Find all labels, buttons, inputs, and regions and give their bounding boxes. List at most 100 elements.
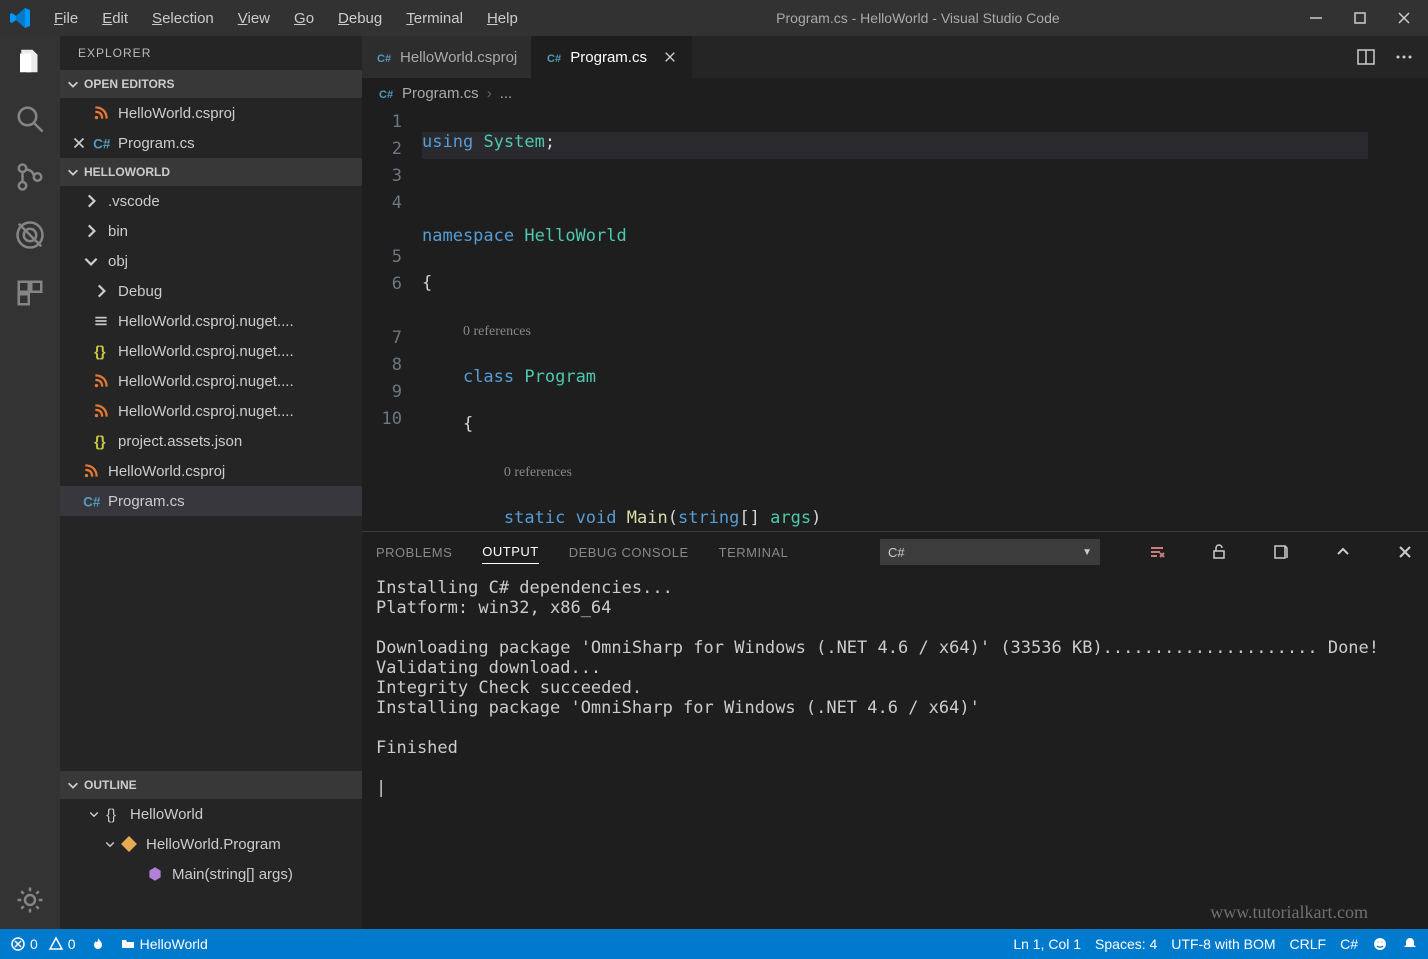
tree-item-label: Debug bbox=[118, 283, 162, 300]
editor-tab[interactable]: C# HelloWorld.csproj bbox=[362, 36, 532, 78]
tree-item[interactable]: bin bbox=[60, 216, 362, 246]
output-content[interactable]: Installing C# dependencies... Platform: … bbox=[362, 572, 1428, 929]
open-editors-header[interactable]: OPEN EDITORS bbox=[60, 70, 362, 98]
tree-item[interactable]: C#Program.cs bbox=[60, 486, 362, 516]
status-indentation[interactable]: Spaces: 4 bbox=[1095, 936, 1157, 952]
close-icon[interactable] bbox=[70, 134, 88, 152]
outline-item[interactable]: Main(string[] args) bbox=[60, 859, 362, 889]
code-editor[interactable]: 12345678910 using System; namespace Hell… bbox=[362, 108, 1428, 531]
open-editor-item[interactable]: C# Program.cs bbox=[60, 128, 362, 158]
status-cursor-position[interactable]: Ln 1, Col 1 bbox=[1013, 936, 1081, 952]
status-warning-count: 0 bbox=[68, 936, 76, 952]
close-tab-icon[interactable] bbox=[663, 50, 677, 64]
tree-item[interactable]: {}HelloWorld.csproj.nuget.... bbox=[60, 336, 362, 366]
outline-item[interactable]: HelloWorld.Program bbox=[60, 829, 362, 859]
tree-item-label: HelloWorld.csproj.nuget.... bbox=[118, 403, 294, 420]
open-editor-label: HelloWorld.csproj bbox=[118, 105, 235, 122]
open-editor-label: Program.cs bbox=[118, 135, 195, 152]
project-header[interactable]: HELLOWORLD bbox=[60, 158, 362, 186]
split-editor-icon[interactable] bbox=[1356, 47, 1376, 67]
panel-tab-problems[interactable]: PROBLEMS bbox=[376, 541, 452, 564]
chevron-down-icon bbox=[66, 165, 80, 179]
debug-icon[interactable] bbox=[15, 220, 45, 250]
tree-item[interactable]: HelloWorld.csproj.nuget.... bbox=[60, 396, 362, 426]
status-language[interactable]: C# bbox=[1340, 936, 1358, 952]
menu-help[interactable]: Help bbox=[477, 6, 528, 31]
tree-item-label: bin bbox=[108, 223, 128, 240]
close-panel-icon[interactable] bbox=[1396, 543, 1414, 561]
status-notifications[interactable] bbox=[1402, 936, 1418, 952]
menu-edit[interactable]: Edit bbox=[92, 6, 138, 31]
extensions-icon[interactable] bbox=[15, 278, 45, 308]
tree-item-label: HelloWorld.csproj bbox=[108, 463, 225, 480]
tree-item[interactable]: HelloWorld.csproj.nuget.... bbox=[60, 366, 362, 396]
menu-terminal[interactable]: Terminal bbox=[396, 6, 473, 31]
explorer-icon[interactable] bbox=[15, 46, 45, 76]
menu-selection[interactable]: Selection bbox=[142, 6, 224, 31]
status-error-count: 0 bbox=[30, 936, 38, 952]
tree-item[interactable]: {}project.assets.json bbox=[60, 426, 362, 456]
sidebar-title: EXPLORER bbox=[60, 36, 362, 70]
panel-tab-debug-console[interactable]: DEBUG CONSOLE bbox=[569, 541, 689, 564]
tree-item[interactable]: Debug bbox=[60, 276, 362, 306]
settings-gear-icon[interactable] bbox=[15, 885, 45, 915]
panel-tab-terminal[interactable]: TERMINAL bbox=[719, 541, 789, 564]
status-folder-name: HelloWorld bbox=[140, 936, 208, 952]
code-lens[interactable]: 0 references bbox=[504, 465, 572, 480]
status-encoding[interactable]: UTF-8 with BOM bbox=[1171, 936, 1275, 952]
source-control-icon[interactable] bbox=[15, 162, 45, 192]
tree-item[interactable]: HelloWorld.csproj bbox=[60, 456, 362, 486]
tree-item-label: obj bbox=[108, 253, 128, 270]
code-lens[interactable]: 0 references bbox=[463, 324, 531, 339]
tree-item-label: HelloWorld.csproj.nuget.... bbox=[118, 313, 294, 330]
tree-item-label: HelloWorld.csproj.nuget.... bbox=[118, 373, 294, 390]
search-icon[interactable] bbox=[15, 104, 45, 134]
folder-icon bbox=[120, 936, 136, 952]
maximize-icon[interactable] bbox=[1352, 10, 1368, 26]
clear-output-icon[interactable] bbox=[1148, 543, 1166, 561]
output-channel-selector[interactable]: C# ▼ bbox=[880, 539, 1100, 565]
breadcrumbs[interactable]: C# Program.cs › ... bbox=[362, 78, 1428, 108]
outline-header[interactable]: OUTLINE bbox=[60, 771, 362, 799]
outline-header-label: OUTLINE bbox=[84, 778, 137, 792]
status-errors[interactable]: 0 0 bbox=[10, 936, 76, 952]
tree-item[interactable]: .vscode bbox=[60, 186, 362, 216]
editor-tabs: C# HelloWorld.csproj C# Program.cs bbox=[362, 36, 1428, 78]
open-editor-item[interactable]: HelloWorld.csproj bbox=[60, 98, 362, 128]
tree-item-label: HelloWorld.csproj.nuget.... bbox=[118, 343, 294, 360]
menu-file[interactable]: File bbox=[44, 6, 88, 31]
more-icon[interactable] bbox=[1394, 47, 1414, 67]
menu-go[interactable]: Go bbox=[284, 6, 324, 31]
svg-text:{}: {} bbox=[106, 808, 116, 823]
close-icon[interactable] bbox=[1396, 10, 1412, 26]
maximize-panel-icon[interactable] bbox=[1334, 543, 1352, 561]
open-log-icon[interactable] bbox=[1272, 543, 1290, 561]
svg-text:C#: C# bbox=[379, 89, 393, 101]
breadcrumb-file: Program.cs bbox=[402, 85, 479, 102]
minimize-icon[interactable] bbox=[1308, 10, 1324, 26]
menu-view[interactable]: View bbox=[228, 6, 280, 31]
lock-scroll-icon[interactable] bbox=[1210, 543, 1228, 561]
warning-icon bbox=[48, 936, 64, 952]
svg-text:C#: C# bbox=[93, 137, 110, 152]
editor-tab[interactable]: C# Program.cs bbox=[532, 36, 692, 78]
panel-tab-output[interactable]: OUTPUT bbox=[482, 540, 538, 564]
minimap[interactable] bbox=[1368, 108, 1428, 531]
activity-bar bbox=[0, 36, 60, 929]
tree-item[interactable]: HelloWorld.csproj.nuget.... bbox=[60, 306, 362, 336]
title-bar: File Edit Selection View Go Debug Termin… bbox=[0, 0, 1428, 36]
window-title: Program.cs - HelloWorld - Visual Studio … bbox=[528, 10, 1308, 26]
svg-text:{}: {} bbox=[94, 435, 106, 450]
tree-item-label: Program.cs bbox=[108, 493, 185, 510]
outline-item[interactable]: {}HelloWorld bbox=[60, 799, 362, 829]
status-feedback[interactable] bbox=[1372, 936, 1388, 952]
bottom-panel: PROBLEMS OUTPUT DEBUG CONSOLE TERMINAL C… bbox=[362, 531, 1428, 929]
status-flame[interactable] bbox=[90, 936, 106, 952]
tree-item[interactable]: obj bbox=[60, 246, 362, 276]
status-eol[interactable]: CRLF bbox=[1290, 936, 1327, 952]
code-content[interactable]: using System; namespace HelloWorld { 0 r… bbox=[422, 108, 1368, 531]
menu-debug[interactable]: Debug bbox=[328, 6, 392, 31]
status-folder[interactable]: HelloWorld bbox=[120, 936, 208, 952]
svg-text:C#: C# bbox=[547, 53, 561, 65]
flame-icon bbox=[90, 936, 106, 952]
